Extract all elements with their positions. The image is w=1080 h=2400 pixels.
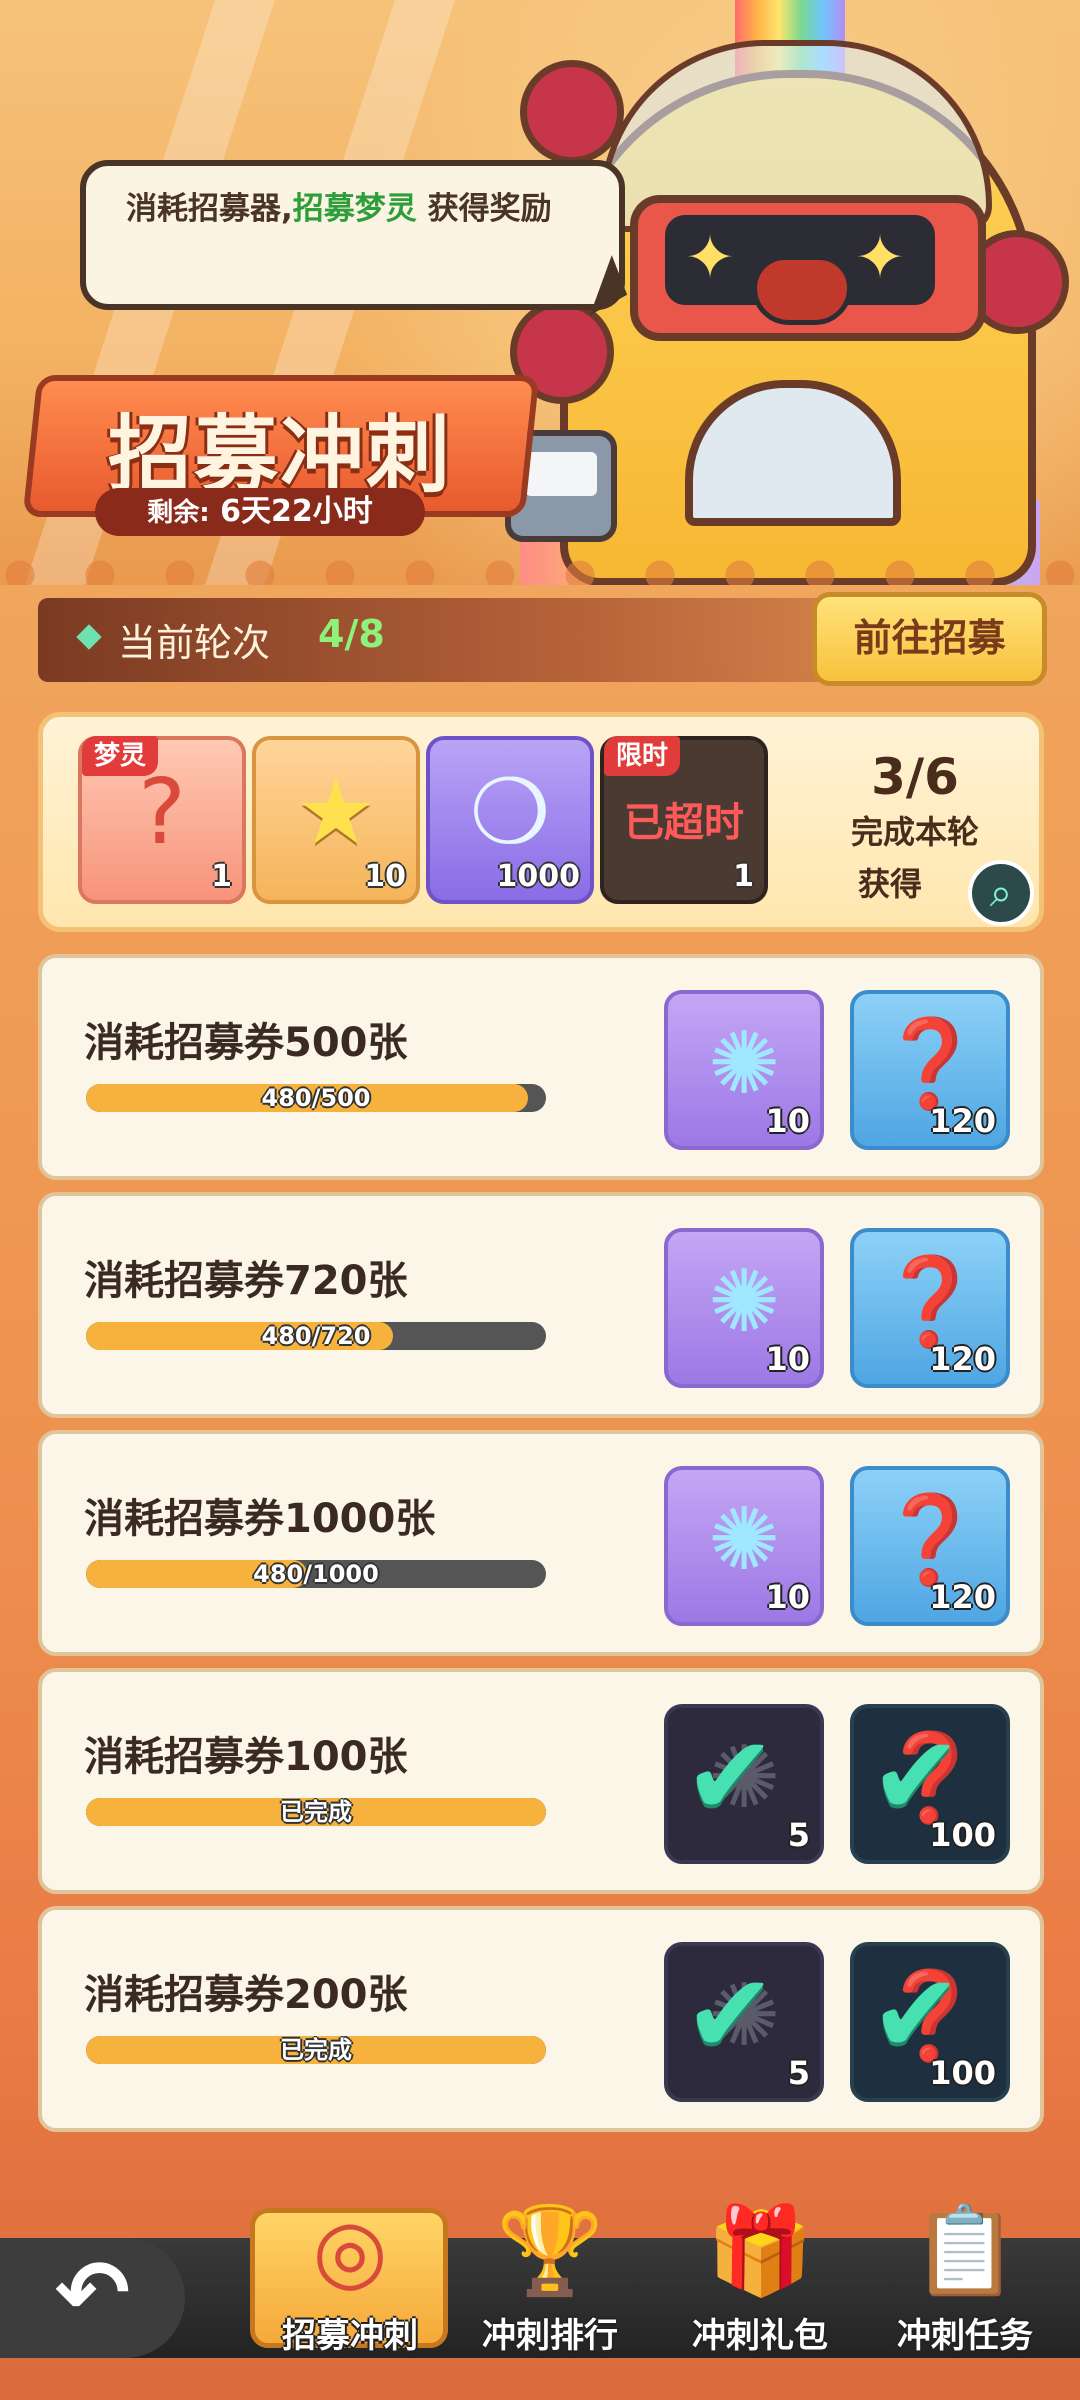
task-progress-bar: 480/500	[86, 1084, 546, 1112]
nav-tab-tasks[interactable]: 📋 冲刺任务	[865, 2196, 1065, 2356]
reward-count: 120	[929, 1340, 996, 1378]
task-progress-bar: 480/1000	[86, 1560, 546, 1588]
task-title: 消耗招募券200张	[84, 1972, 408, 2018]
task-reward-recruiter[interactable]: ✺ 10	[664, 990, 824, 1150]
mystery-bottle-icon: ❓	[876, 1490, 984, 1590]
back-button[interactable]: ↶	[0, 2238, 185, 2358]
nav-label: 招募冲刺	[282, 2316, 418, 2356]
recruiter-icon: ✺	[707, 1014, 781, 1114]
dream-tag: 梦灵	[82, 736, 159, 776]
robot-mouth	[752, 255, 852, 325]
speech-highlight: 招募梦灵	[292, 191, 417, 227]
round-label: 当前轮次	[118, 621, 271, 665]
reward-count: 10	[765, 1340, 810, 1378]
task-title: 消耗招募券100张	[84, 1734, 408, 1780]
task-reward-bottle[interactable]: ❓ 120	[850, 990, 1010, 1150]
round-note-line2: 获得	[857, 865, 922, 903]
reward-count: 120	[929, 1102, 996, 1140]
trophy-icon: 🏆	[496, 2201, 604, 2301]
recruiter-icon: ✺	[707, 1490, 781, 1590]
countdown-label: 剩余:	[147, 498, 210, 528]
task-progress-text: 480/1000	[253, 1560, 379, 1588]
nav-tab-gift-pack[interactable]: 🎁 冲刺礼包	[660, 2196, 860, 2356]
nav-tab-recruit-sprint[interactable]: ◎ 招募冲刺	[250, 2196, 450, 2356]
speech-prefix: 消耗招募器,	[126, 191, 293, 227]
reward-tile-mystery-chest[interactable]: ? 梦灵 1	[78, 736, 246, 904]
reward-count: 5	[787, 1816, 810, 1854]
speech-bubble: 消耗招募器,招募梦灵 获得奖励	[80, 160, 625, 310]
recruiter-icon: ✺	[707, 1252, 781, 1352]
reward-count: 10	[765, 1102, 810, 1140]
mystery-bottle-icon: ❓	[876, 1252, 984, 1352]
magnify-icon[interactable]: ⌕	[968, 860, 1034, 926]
countdown-value: 6天22小时	[220, 494, 373, 529]
nav-tab-ranking[interactable]: 🏆 冲刺排行	[450, 2196, 650, 2356]
task-title: 消耗招募券500张	[84, 1020, 408, 1066]
task-card: 消耗招募券100张 已完成 ✺ ✔ 5 ❓ ✔ 100	[38, 1668, 1044, 1894]
clipboard-icon: 📋	[911, 2201, 1019, 2301]
robot-arm	[520, 60, 624, 164]
countdown: 剩余: 6天22小时	[95, 488, 425, 536]
task-progress-bar: 480/720	[86, 1322, 546, 1350]
task-reward-recruiter[interactable]: ✺ 10	[664, 1466, 824, 1626]
task-reward-bottle[interactable]: ❓ 120	[850, 1466, 1010, 1626]
task-reward-bottle[interactable]: ❓ 120	[850, 1228, 1010, 1388]
speech-suffix: 获得奖励	[416, 191, 552, 227]
task-reward-bottle[interactable]: ❓ ✔ 100	[850, 1942, 1010, 2102]
task-progress-bar: 已完成	[86, 2036, 546, 2064]
limited-tag: 限时	[604, 736, 681, 776]
star-key-icon: ★	[295, 760, 377, 865]
nav-label: 冲刺任务	[897, 2316, 1033, 2356]
task-card: 消耗招募券200张 已完成 ✺ ✔ 5 ❓ ✔ 100	[38, 1906, 1044, 2132]
reward-tile-rainbow-bottle[interactable]: ❍ 1000	[426, 736, 594, 904]
tile-count: 1000	[496, 859, 581, 894]
task-title: 消耗招募券1000张	[84, 1496, 436, 1542]
go-recruit-button[interactable]: 前往招募	[812, 592, 1047, 686]
task-progress-text: 480/720	[261, 1322, 371, 1350]
reward-tile-star-key[interactable]: ★ 10	[252, 736, 420, 904]
gear-strip	[0, 555, 1080, 585]
check-icon: ✔	[870, 1712, 963, 1840]
tile-count: 1	[733, 859, 754, 894]
nav-label: 冲刺排行	[482, 2316, 618, 2356]
target-icon: ◎	[312, 2201, 388, 2301]
check-icon: ✔	[870, 1950, 963, 2078]
task-card: 消耗招募券500张 480/500 ✺ 10 ❓ 120	[38, 954, 1044, 1180]
round-note-line1: 完成本轮	[850, 813, 979, 851]
task-progress-text: 已完成	[280, 2036, 352, 2064]
reward-count: 120	[929, 1578, 996, 1616]
mystery-bottle-icon: ❓	[876, 1014, 984, 1114]
task-progress-text: 480/500	[261, 1084, 371, 1112]
task-reward-bottle[interactable]: ❓ ✔ 100	[850, 1704, 1010, 1864]
task-card: 消耗招募券1000张 480/1000 ✺ 10 ❓ 120	[38, 1430, 1044, 1656]
tile-count: 1	[211, 859, 232, 894]
expired-text: 已超时	[624, 800, 744, 846]
gift-box-icon: 🎁	[706, 2201, 814, 2301]
star-eye-icon: ✦	[854, 223, 906, 293]
reward-tile-gift-bag[interactable]: 已超时 限时 1	[600, 736, 768, 904]
check-icon: ✔	[684, 1712, 777, 1840]
task-progress-text: 已完成	[280, 1798, 352, 1826]
task-reward-recruiter[interactable]: ✺ 10	[664, 1228, 824, 1388]
star-eye-icon: ✦	[684, 223, 736, 293]
task-card: 消耗招募券720张 480/720 ✺ 10 ❓ 120	[38, 1192, 1044, 1418]
round-value: 4/8	[318, 612, 385, 656]
task-reward-recruiter[interactable]: ✺ ✔ 5	[664, 1704, 824, 1864]
reward-count: 100	[929, 1816, 996, 1854]
reward-count: 5	[787, 2054, 810, 2092]
check-icon: ✔	[684, 1950, 777, 2078]
reward-count: 100	[929, 2054, 996, 2092]
round-completion: 3/6	[871, 748, 959, 806]
tile-count: 10	[364, 859, 406, 894]
task-reward-recruiter[interactable]: ✺ ✔ 5	[664, 1942, 824, 2102]
nav-label: 冲刺礼包	[692, 2316, 828, 2356]
reward-count: 10	[765, 1578, 810, 1616]
task-title: 消耗招募券720张	[84, 1258, 408, 1304]
rainbow-bottle-icon: ❍	[469, 760, 551, 865]
task-progress-bar: 已完成	[86, 1798, 546, 1826]
